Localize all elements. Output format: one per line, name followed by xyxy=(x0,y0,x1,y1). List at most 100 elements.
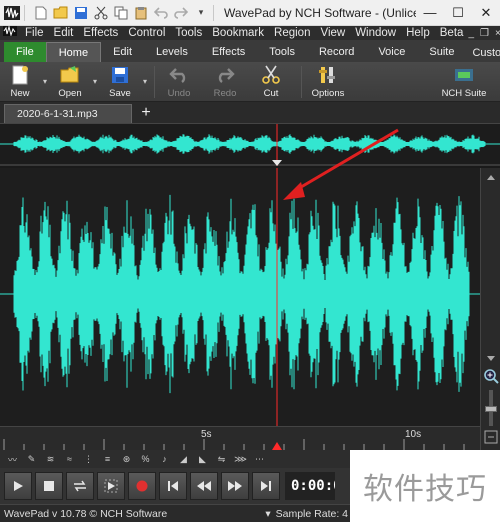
record-button[interactable] xyxy=(128,472,156,500)
play-selection-button[interactable] xyxy=(97,472,125,500)
save-disk-icon xyxy=(110,65,130,85)
normalize-effect-icon[interactable]: ≈ xyxy=(61,452,78,466)
play-selection-icon xyxy=(104,479,118,493)
document-window-controls: _ ❐ × xyxy=(468,28,500,39)
document-tab-file[interactable]: 2020-6-1-31.mp3 xyxy=(4,104,132,123)
amplify-effect-icon[interactable]: ≋ xyxy=(42,452,59,466)
redo-arrow-icon[interactable] xyxy=(173,5,189,21)
open-folder-icon[interactable] xyxy=(53,5,69,21)
noise-reduction-icon[interactable]: % xyxy=(137,452,154,466)
save-button[interactable]: Save xyxy=(100,63,140,101)
time-ruler[interactable]: 5s 10s xyxy=(0,426,480,451)
redo-arrow-icon xyxy=(215,65,235,85)
tab-levels[interactable]: Levels xyxy=(144,42,200,62)
copy-icon[interactable] xyxy=(113,5,129,21)
close-button[interactable]: ✕ xyxy=(472,0,500,26)
doc-restore-button[interactable]: ❐ xyxy=(480,28,489,39)
loop-button[interactable] xyxy=(66,472,94,500)
stop-button[interactable] xyxy=(35,472,63,500)
tab-tools[interactable]: Tools xyxy=(257,42,307,62)
undo-button-label: Undo xyxy=(167,87,191,99)
quick-access-divider xyxy=(24,4,25,21)
app-logo-icon xyxy=(4,5,20,21)
options-button[interactable]: Options xyxy=(306,63,350,101)
menu-file[interactable]: File xyxy=(20,26,49,40)
nch-suite-button[interactable]: NCH Suite xyxy=(436,63,492,101)
ruler-label-5s: 5s xyxy=(201,429,212,440)
new-file-icon[interactable] xyxy=(33,5,49,21)
overview-waveform[interactable] xyxy=(0,124,500,166)
menu-region[interactable]: Region xyxy=(269,26,315,40)
paste-icon[interactable] xyxy=(133,5,149,21)
undo-button[interactable]: Undo xyxy=(159,63,199,101)
add-tab-button[interactable]: + xyxy=(138,103,154,123)
menu-beta[interactable]: Beta xyxy=(435,26,469,40)
main-waveform[interactable] xyxy=(0,168,480,426)
maximize-button[interactable]: ☐ xyxy=(444,0,472,26)
skip-to-end-button[interactable] xyxy=(252,472,280,500)
menu-edit[interactable]: Edit xyxy=(49,26,79,40)
equalizer-effect-icon[interactable]: ⋮ xyxy=(80,452,97,466)
menu-window[interactable]: Window xyxy=(350,26,401,40)
play-button[interactable] xyxy=(4,472,32,500)
tab-voice[interactable]: Voice xyxy=(366,42,417,62)
options-tools-icon xyxy=(318,65,338,85)
cut-icon[interactable] xyxy=(93,5,109,21)
new-button[interactable]: New xyxy=(0,63,40,101)
tab-file[interactable]: File xyxy=(4,42,46,62)
tab-home[interactable]: Home xyxy=(45,42,102,62)
speed-effect-icon[interactable]: ⋙ xyxy=(232,452,249,466)
pencil-effect-icon[interactable]: ✎ xyxy=(23,452,40,466)
zoom-in-icon[interactable] xyxy=(483,368,499,387)
tab-custom[interactable]: Custom ▾ xyxy=(466,42,500,62)
undo-arrow-icon[interactable] xyxy=(153,5,169,21)
scroll-down-icon[interactable] xyxy=(486,354,496,366)
nch-suite-icon xyxy=(454,65,474,85)
reverb-effect-icon[interactable]: ≡ xyxy=(99,452,116,466)
cut-button-label: Cut xyxy=(263,87,279,99)
skip-end-icon xyxy=(261,481,271,491)
more-effects-icon[interactable]: ⋯ xyxy=(251,452,268,466)
open-dropdown[interactable]: ▾ xyxy=(90,63,100,101)
zoom-slider-handle[interactable] xyxy=(485,406,497,412)
menu-tools[interactable]: Tools xyxy=(170,26,207,40)
waveform-effect-icon[interactable]: 〰 xyxy=(4,452,21,466)
menu-bookmark[interactable]: Bookmark xyxy=(207,26,269,40)
zoom-fit-icon[interactable] xyxy=(484,430,498,447)
tab-suite[interactable]: Suite xyxy=(417,42,466,62)
menu-view[interactable]: View xyxy=(315,26,350,40)
redo-button[interactable]: Redo xyxy=(205,63,245,101)
scissors-icon xyxy=(261,65,281,85)
open-button[interactable]: Open xyxy=(50,63,90,101)
tab-effects[interactable]: Effects xyxy=(200,42,257,62)
doc-close-button[interactable]: × xyxy=(495,28,500,39)
save-disk-icon[interactable] xyxy=(73,5,89,21)
title-bar: ▾ WavePad by NCH Software - (Unlicensed)… xyxy=(0,0,500,26)
new-dropdown[interactable]: ▾ xyxy=(40,63,50,101)
rewind-button[interactable] xyxy=(190,472,218,500)
sample-rate-dropdown-icon[interactable]: ▾ xyxy=(265,508,270,520)
undo-arrow-icon xyxy=(169,65,189,85)
stop-icon xyxy=(44,481,54,491)
new-document-icon xyxy=(10,65,30,85)
overview-playhead-handle[interactable] xyxy=(272,160,282,166)
minimize-button[interactable]: — xyxy=(416,0,444,26)
echo-effect-icon[interactable]: ⊛ xyxy=(118,452,135,466)
pitch-effect-icon[interactable]: ♪ xyxy=(156,452,173,466)
doc-minimize-button[interactable]: _ xyxy=(468,28,474,39)
menu-help[interactable]: Help xyxy=(401,26,435,40)
watermark-overlay: 软件技巧 xyxy=(350,450,500,522)
fast-forward-button[interactable] xyxy=(221,472,249,500)
fade-out-icon[interactable]: ◣ xyxy=(194,452,211,466)
scroll-up-icon[interactable] xyxy=(486,172,496,184)
quick-access-dropdown-icon[interactable]: ▾ xyxy=(193,5,209,21)
tab-edit[interactable]: Edit xyxy=(101,42,144,62)
save-dropdown[interactable]: ▾ xyxy=(140,63,150,101)
reverse-effect-icon[interactable]: ⇋ xyxy=(213,452,230,466)
skip-to-start-button[interactable] xyxy=(159,472,187,500)
tab-record[interactable]: Record xyxy=(307,42,366,62)
cut-button[interactable]: Cut xyxy=(251,63,291,101)
menu-effects[interactable]: Effects xyxy=(78,26,123,40)
fade-in-icon[interactable]: ◢ xyxy=(175,452,192,466)
menu-control[interactable]: Control xyxy=(123,26,170,40)
